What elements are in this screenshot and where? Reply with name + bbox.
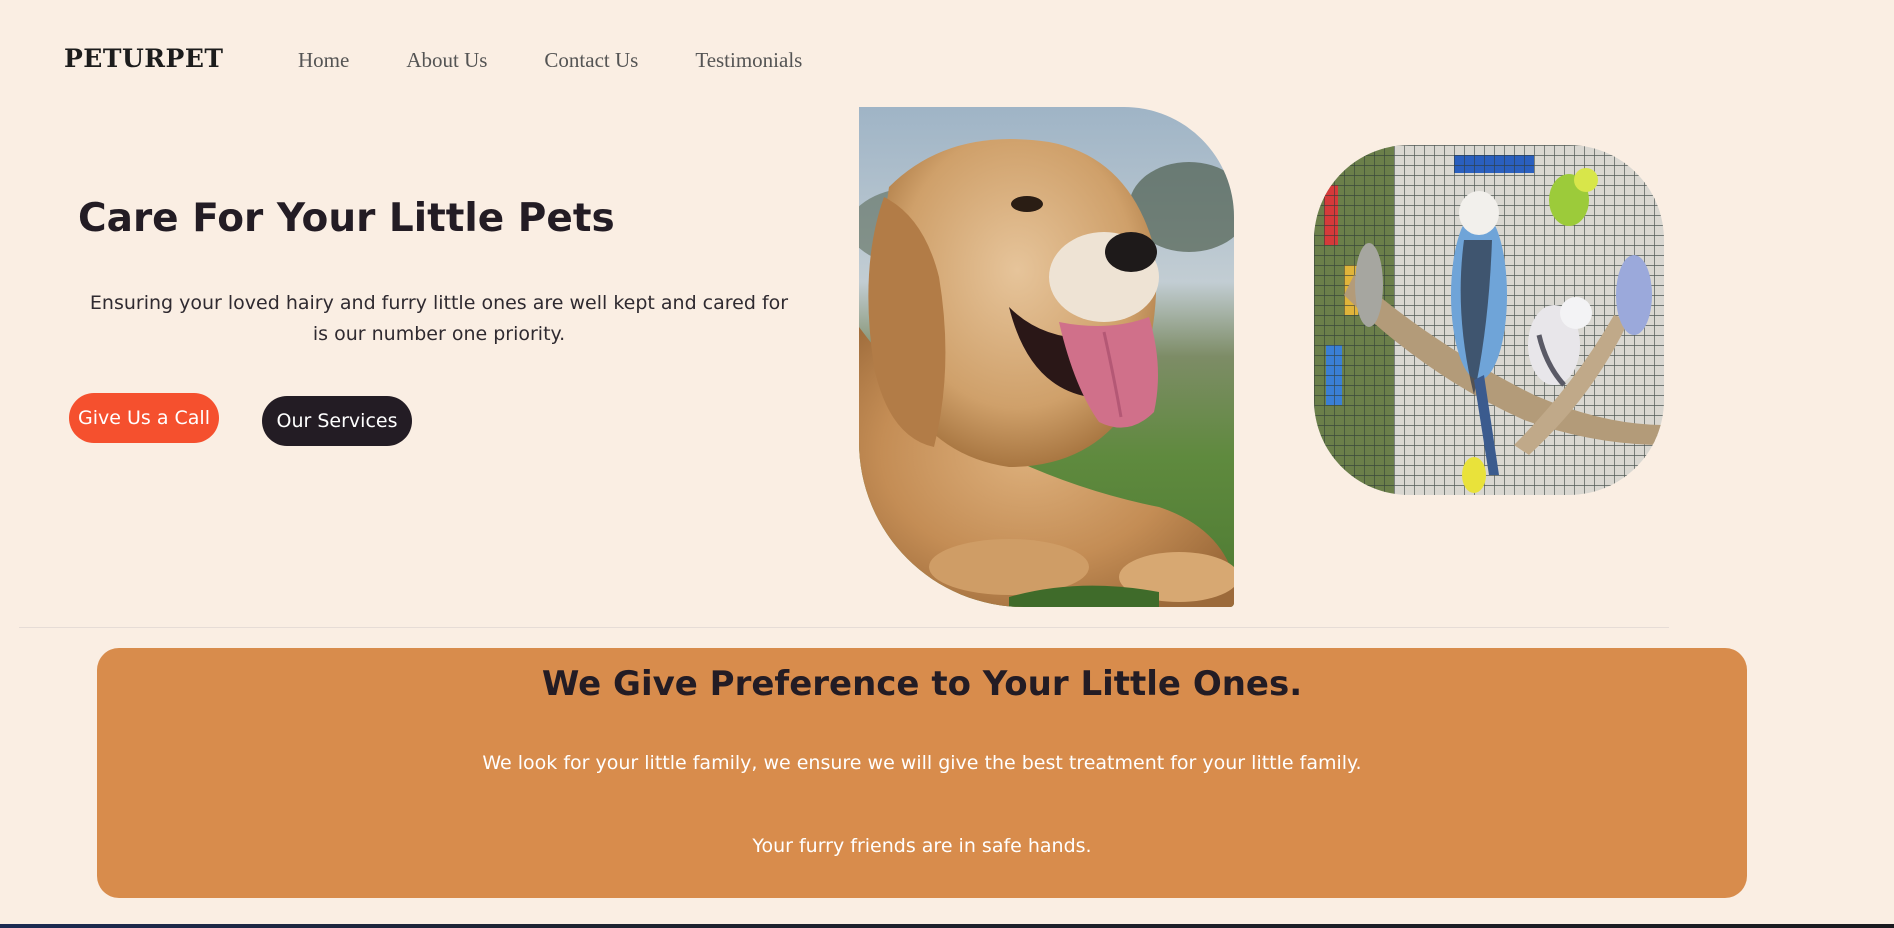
banner-text-family: We look for your little family, we ensur…: [482, 752, 1362, 774]
dog-photo: [859, 107, 1234, 607]
banner-text-safe-hands: Your furry friends are in safe hands.: [752, 835, 1092, 857]
hero-title: Care For Your Little Pets: [78, 196, 615, 241]
nav-home-link[interactable]: Home: [298, 48, 349, 73]
main-nav: Home About Us Contact Us Testimonials: [298, 48, 802, 73]
nav-testimonials-link[interactable]: Testimonials: [695, 48, 802, 73]
section-divider: [19, 627, 1669, 628]
banner-title: We Give Preference to Your Little Ones.: [541, 664, 1303, 704]
nav-contact-link[interactable]: Contact Us: [544, 48, 638, 73]
our-services-button[interactable]: Our Services: [262, 396, 412, 446]
bottom-edge-strip: [0, 924, 1894, 928]
birds-photo: [1314, 145, 1664, 495]
preference-banner: We Give Preference to Your Little Ones. …: [97, 648, 1747, 898]
nav-about-link[interactable]: About Us: [406, 48, 487, 73]
give-us-a-call-button[interactable]: Give Us a Call: [69, 393, 219, 443]
site-logo[interactable]: PETURPET: [64, 44, 224, 73]
hero-description: Ensuring your loved hairy and furry litt…: [89, 292, 789, 345]
